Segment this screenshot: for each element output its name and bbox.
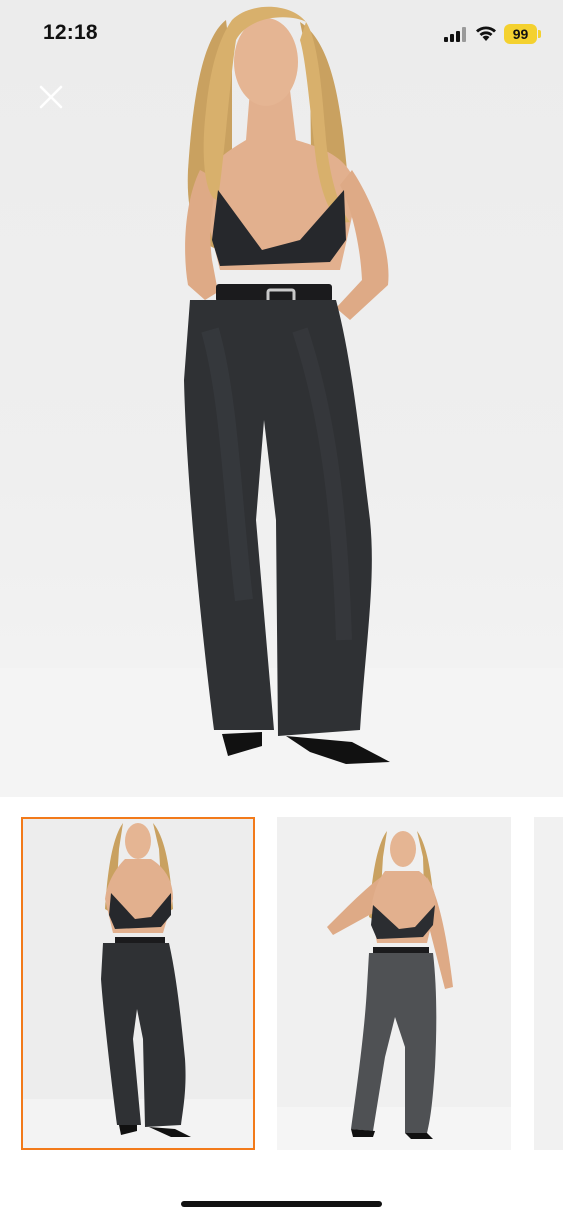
clock: 12:18	[43, 21, 98, 44]
main-product-image[interactable]	[0, 0, 563, 797]
product-photo-grey-jeans-angle	[277, 817, 511, 1150]
thumbnail-3-partial[interactable]	[534, 817, 563, 1150]
wifi-icon	[476, 26, 496, 41]
model-illustration	[0, 6, 563, 797]
battery-nub	[538, 30, 541, 38]
product-photo-partial	[534, 817, 563, 1150]
home-indicator[interactable]	[181, 1201, 382, 1207]
thumbnail-strip	[0, 797, 563, 1177]
battery-indicator: 99	[504, 24, 537, 44]
thumbnail-1-selected[interactable]	[21, 817, 255, 1150]
close-icon[interactable]	[36, 82, 66, 112]
status-bar: 12:18 99	[0, 0, 563, 66]
product-photo-black-jeans-front	[23, 819, 253, 1148]
cellular-signal-icon	[444, 27, 466, 42]
thumbnail-2[interactable]	[277, 817, 511, 1150]
